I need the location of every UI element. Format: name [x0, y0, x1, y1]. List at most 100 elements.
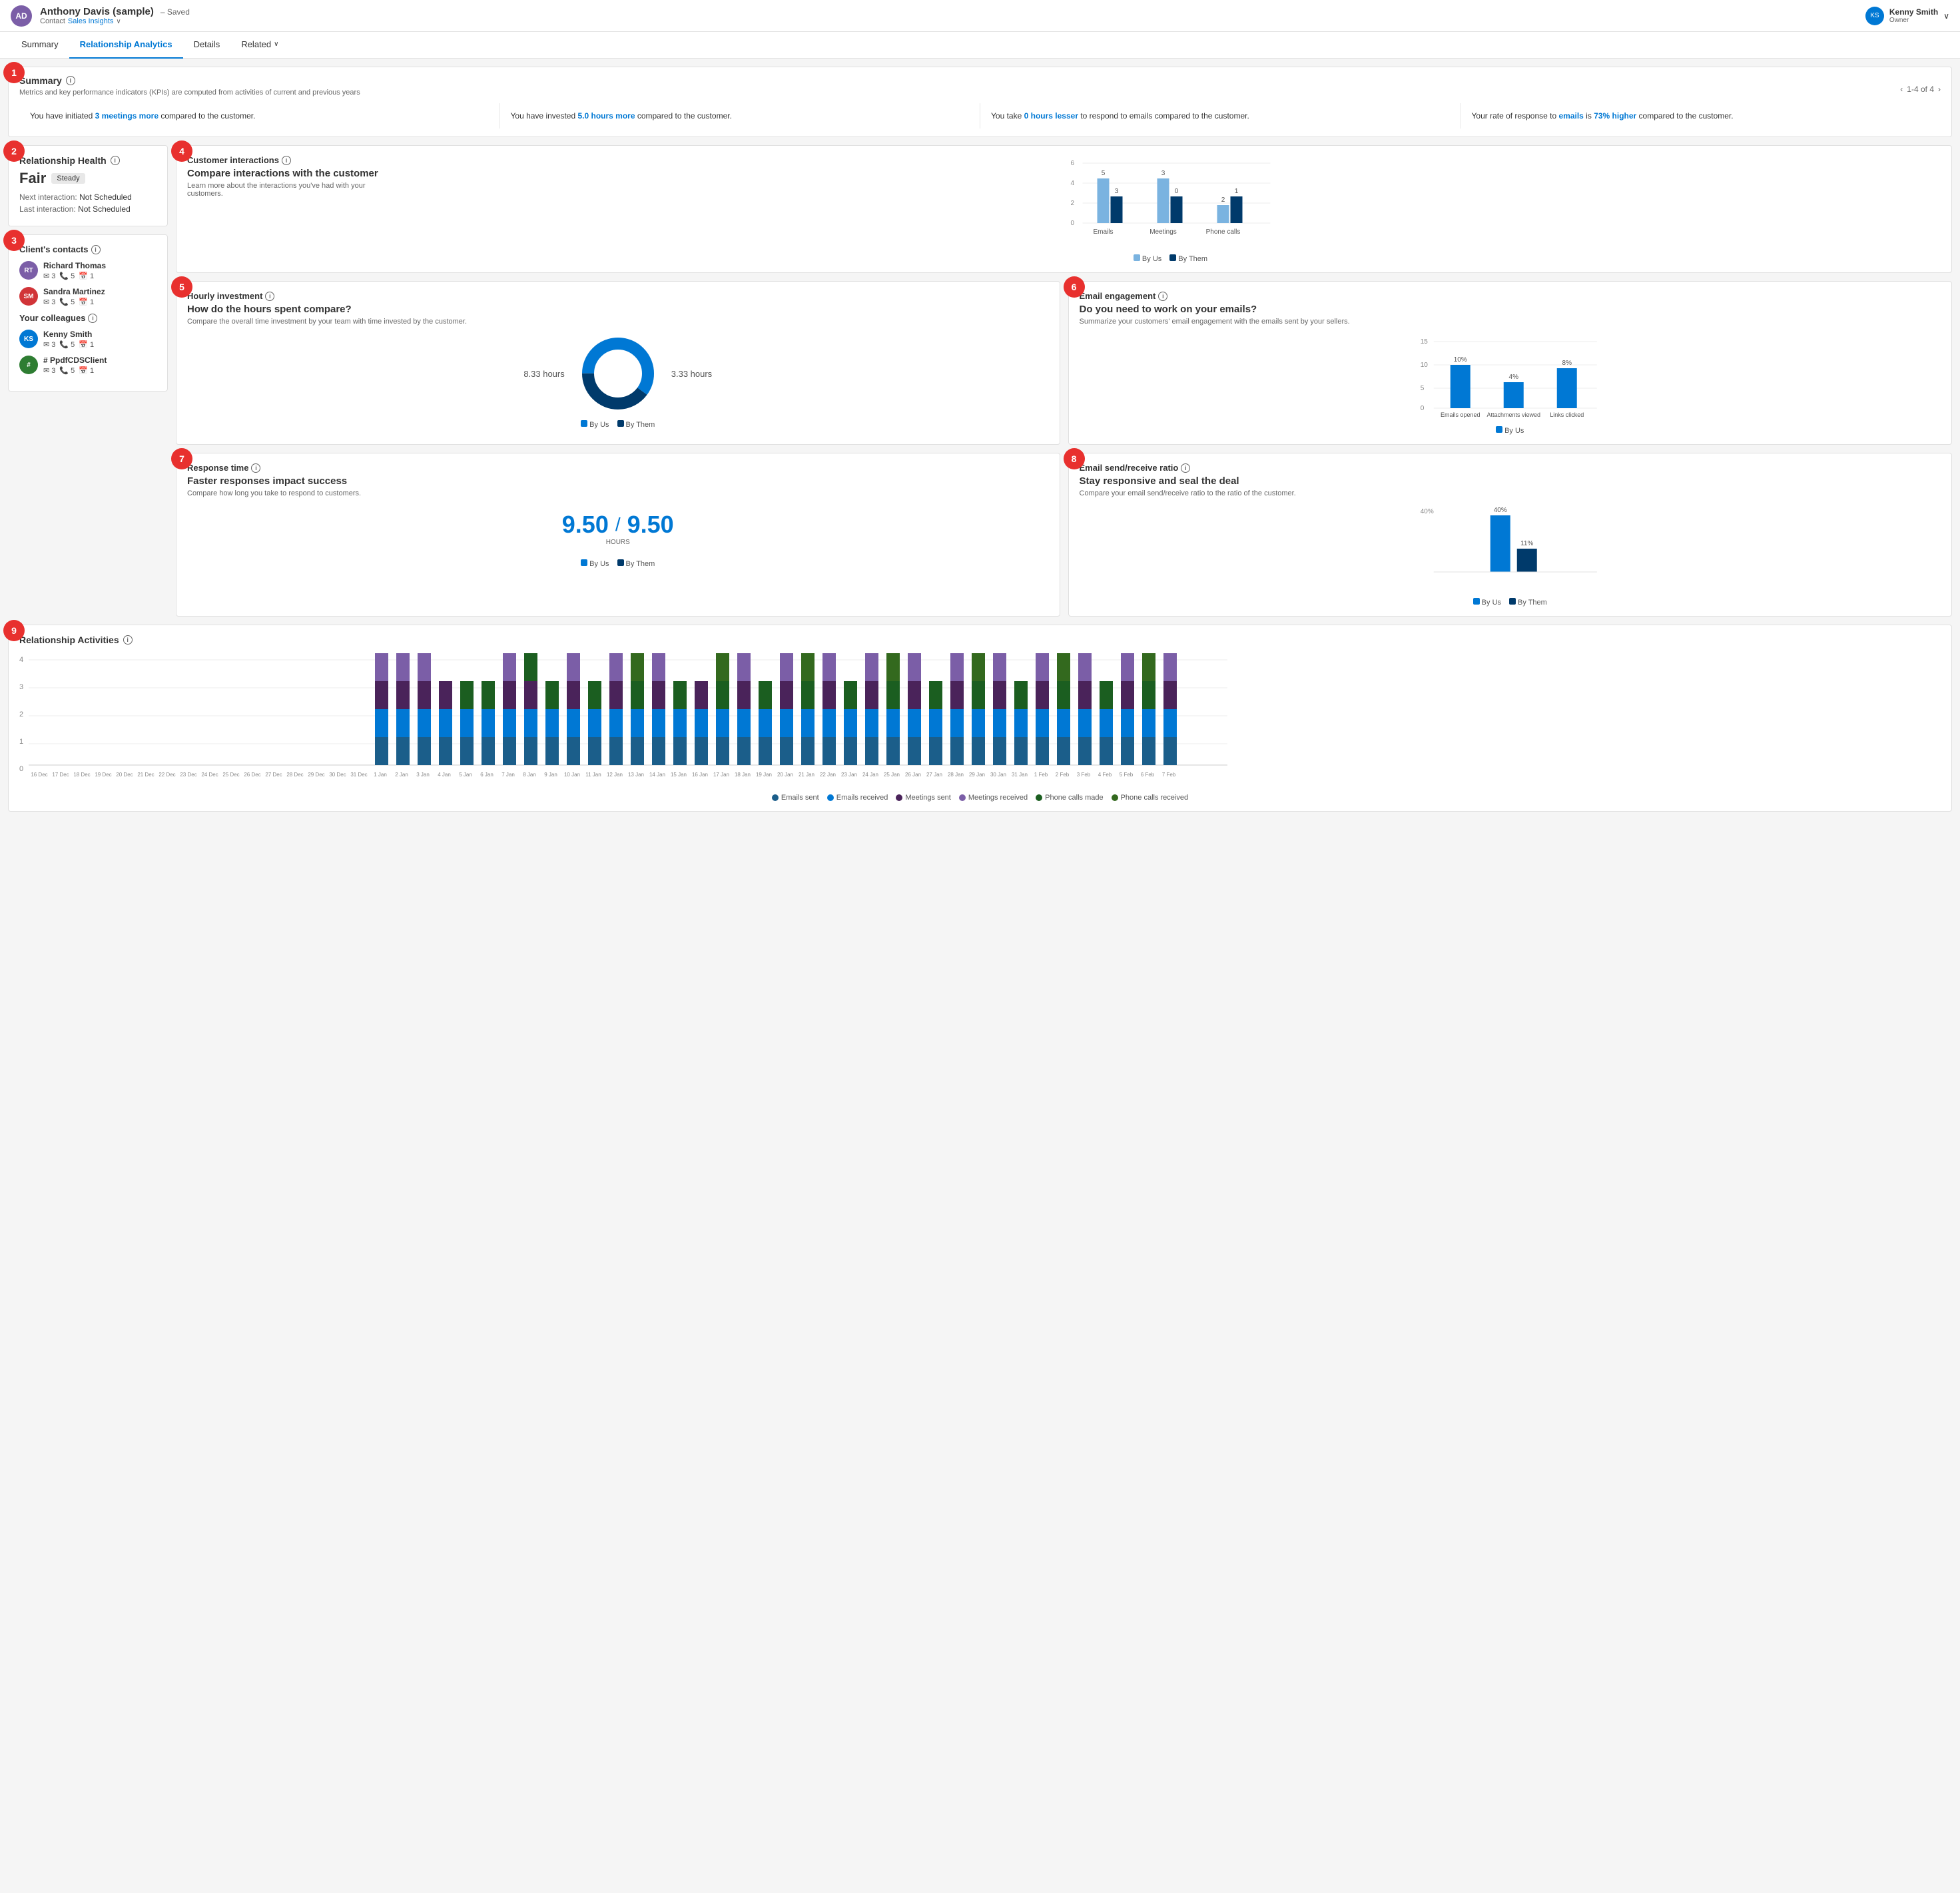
contact-item-ppdf: # # PpdfCDSClient ✉ 3📞 5📅 1	[19, 356, 157, 375]
summary-next-icon[interactable]: ›	[1938, 85, 1941, 94]
svg-text:1: 1	[1235, 188, 1239, 195]
svg-text:21 Dec: 21 Dec	[137, 772, 154, 778]
svg-text:15 Jan: 15 Jan	[671, 772, 687, 778]
health-info-icon[interactable]: i	[111, 156, 120, 165]
ee-legend: By Us	[1080, 426, 1941, 435]
summary-card-0: You have initiated 3 meetings more compa…	[19, 103, 499, 129]
contact-avatar: AD	[11, 5, 32, 27]
svg-text:31 Dec: 31 Dec	[350, 772, 367, 778]
richard-info: Richard Thomas ✉ 3📞 5📅 1	[43, 261, 106, 280]
ee-title: Email engagement i	[1080, 291, 1941, 301]
svg-text:27 Dec: 27 Dec	[265, 772, 282, 778]
contact-type: Contact	[40, 17, 65, 25]
svg-text:20 Dec: 20 Dec	[116, 772, 133, 778]
er-info-icon[interactable]: i	[1181, 463, 1190, 473]
ci-info-icon[interactable]: i	[282, 156, 291, 165]
svg-text:16 Jan: 16 Jan	[692, 772, 708, 778]
svg-text:17 Dec: 17 Dec	[52, 772, 69, 778]
svg-text:29 Jan: 29 Jan	[969, 772, 985, 778]
er-title: Email send/receive ratio i	[1080, 463, 1941, 473]
svg-text:6 Feb: 6 Feb	[1141, 772, 1155, 778]
svg-text:3: 3	[1161, 170, 1165, 177]
tab-details[interactable]: Details	[183, 32, 231, 59]
svg-text:2: 2	[1071, 200, 1075, 207]
tab-summary[interactable]: Summary	[11, 32, 69, 59]
ra-info-icon[interactable]: i	[123, 635, 133, 645]
time-unit: HOURS	[562, 539, 674, 546]
svg-text:13 Jan: 13 Jan	[628, 772, 644, 778]
svg-text:2 Jan: 2 Jan	[395, 772, 408, 778]
ee-info-icon[interactable]: i	[1158, 292, 1167, 301]
ppdf-info: # PpdfCDSClient ✉ 3📞 5📅 1	[43, 356, 107, 375]
hi-legend: By Us By Them	[187, 420, 1049, 429]
summary-prev-icon[interactable]: ‹	[1900, 85, 1903, 94]
kenny-info: Kenny Smith ✉ 3📞 5📅 1	[43, 330, 94, 349]
svg-text:12 Jan: 12 Jan	[607, 772, 623, 778]
svg-text:23 Dec: 23 Dec	[180, 772, 196, 778]
svg-text:0: 0	[1071, 220, 1075, 227]
ra-scroll-area[interactable]: // This SVG content is static since SVG …	[29, 653, 1941, 788]
sales-insights-link[interactable]: Sales Insights	[68, 17, 113, 25]
hi-info-icon[interactable]: i	[265, 292, 274, 301]
email-engagement-card: 6 Email engagement i Do you need to work…	[1068, 281, 1953, 445]
svg-text:5 Feb: 5 Feb	[1120, 772, 1134, 778]
svg-text:10: 10	[1420, 362, 1428, 369]
customer-interactions-card: 4 Customer interactions i Compare intera…	[176, 145, 1952, 273]
svg-text:23 Jan: 23 Jan	[841, 772, 857, 778]
client-contacts-info-icon[interactable]: i	[91, 245, 101, 254]
svg-text:22 Jan: 22 Jan	[820, 772, 836, 778]
legend-phone-calls-made: Phone calls made	[1036, 794, 1103, 802]
interaction-info: Next interaction: Not Scheduled Last int…	[19, 192, 157, 214]
panels-row-3: 7 Response time i Faster responses impac…	[176, 453, 1952, 617]
them-time-value: 9.50	[627, 511, 674, 539]
us-time-value: 9.50	[562, 511, 609, 539]
contact-item-sandra: SM Sandra Martinez ✉ 3📞 5📅 1	[19, 287, 157, 306]
contact-item-kenny: KS Kenny Smith ✉ 3📞 5📅 1	[19, 330, 157, 349]
svg-text:15: 15	[1420, 338, 1428, 346]
rt-desc: Compare how long you take to respond to …	[187, 489, 1049, 497]
nav-tabs: Summary Relationship Analytics Details R…	[0, 32, 1960, 59]
tab-relationship-analytics[interactable]: Relationship Analytics	[69, 32, 183, 59]
svg-text:24 Dec: 24 Dec	[201, 772, 218, 778]
er-desc: Compare your email send/receive ratio to…	[1080, 489, 1941, 497]
email-ratio-card: 8 Email send/receive ratio i Stay respon…	[1068, 453, 1953, 617]
svg-text:1 Jan: 1 Jan	[374, 772, 387, 778]
meetings-sent-dot	[896, 794, 902, 801]
response-time-card: 7 Response time i Faster responses impac…	[176, 453, 1060, 617]
legend-meetings-sent: Meetings sent	[896, 794, 950, 802]
user-info: Kenny Smith Owner	[1889, 7, 1938, 24]
svg-text:11 Jan: 11 Jan	[585, 772, 601, 778]
client-contacts-title: Client's contacts i	[19, 244, 157, 254]
colleagues-info-icon[interactable]: i	[88, 314, 97, 323]
user-role: Owner	[1889, 17, 1938, 24]
svg-text:28 Dec: 28 Dec	[286, 772, 303, 778]
rt-legend: By Us By Them	[187, 559, 1049, 568]
svg-text:1 Feb: 1 Feb	[1034, 772, 1048, 778]
legend-meetings-received: Meetings received	[959, 794, 1028, 802]
svg-text:27 Jan: 27 Jan	[926, 772, 942, 778]
ee-desc: Summarize your customers' email engageme…	[1080, 318, 1941, 326]
svg-text:6 Jan: 6 Jan	[480, 772, 493, 778]
svg-text:16 Dec: 16 Dec	[31, 772, 47, 778]
svg-text:0: 0	[1420, 405, 1424, 412]
svg-text:5: 5	[1102, 170, 1106, 177]
summary-card-1: You have invested 5.0 hours more compare…	[499, 103, 980, 129]
svg-text:30 Jan: 30 Jan	[990, 772, 1006, 778]
svg-text:25 Dec: 25 Dec	[222, 772, 239, 778]
summary-info-icon[interactable]: i	[66, 76, 75, 85]
rt-info-icon[interactable]: i	[251, 463, 260, 473]
ci-legend: By Us By Them	[400, 254, 1941, 263]
svg-text:Emails opened: Emails opened	[1440, 411, 1480, 418]
ee-chart: 15 10 5 0 10% 4%	[1080, 334, 1941, 420]
svg-text:19 Jan: 19 Jan	[756, 772, 772, 778]
svg-text:19 Dec: 19 Dec	[95, 772, 111, 778]
svg-text:8 Jan: 8 Jan	[523, 772, 536, 778]
ci-desc: Learn more about the interactions you've…	[187, 182, 387, 198]
user-chevron-icon[interactable]: ∨	[1943, 11, 1949, 21]
svg-text:3: 3	[1115, 188, 1119, 195]
tab-related[interactable]: Related ∨	[230, 32, 289, 59]
svg-text:20 Jan: 20 Jan	[777, 772, 793, 778]
rt-heading: Faster responses impact success	[187, 475, 1049, 487]
kenny-stats: ✉ 3📞 5📅 1	[43, 340, 94, 349]
ci-heading: Compare interactions with the customer	[187, 168, 387, 179]
